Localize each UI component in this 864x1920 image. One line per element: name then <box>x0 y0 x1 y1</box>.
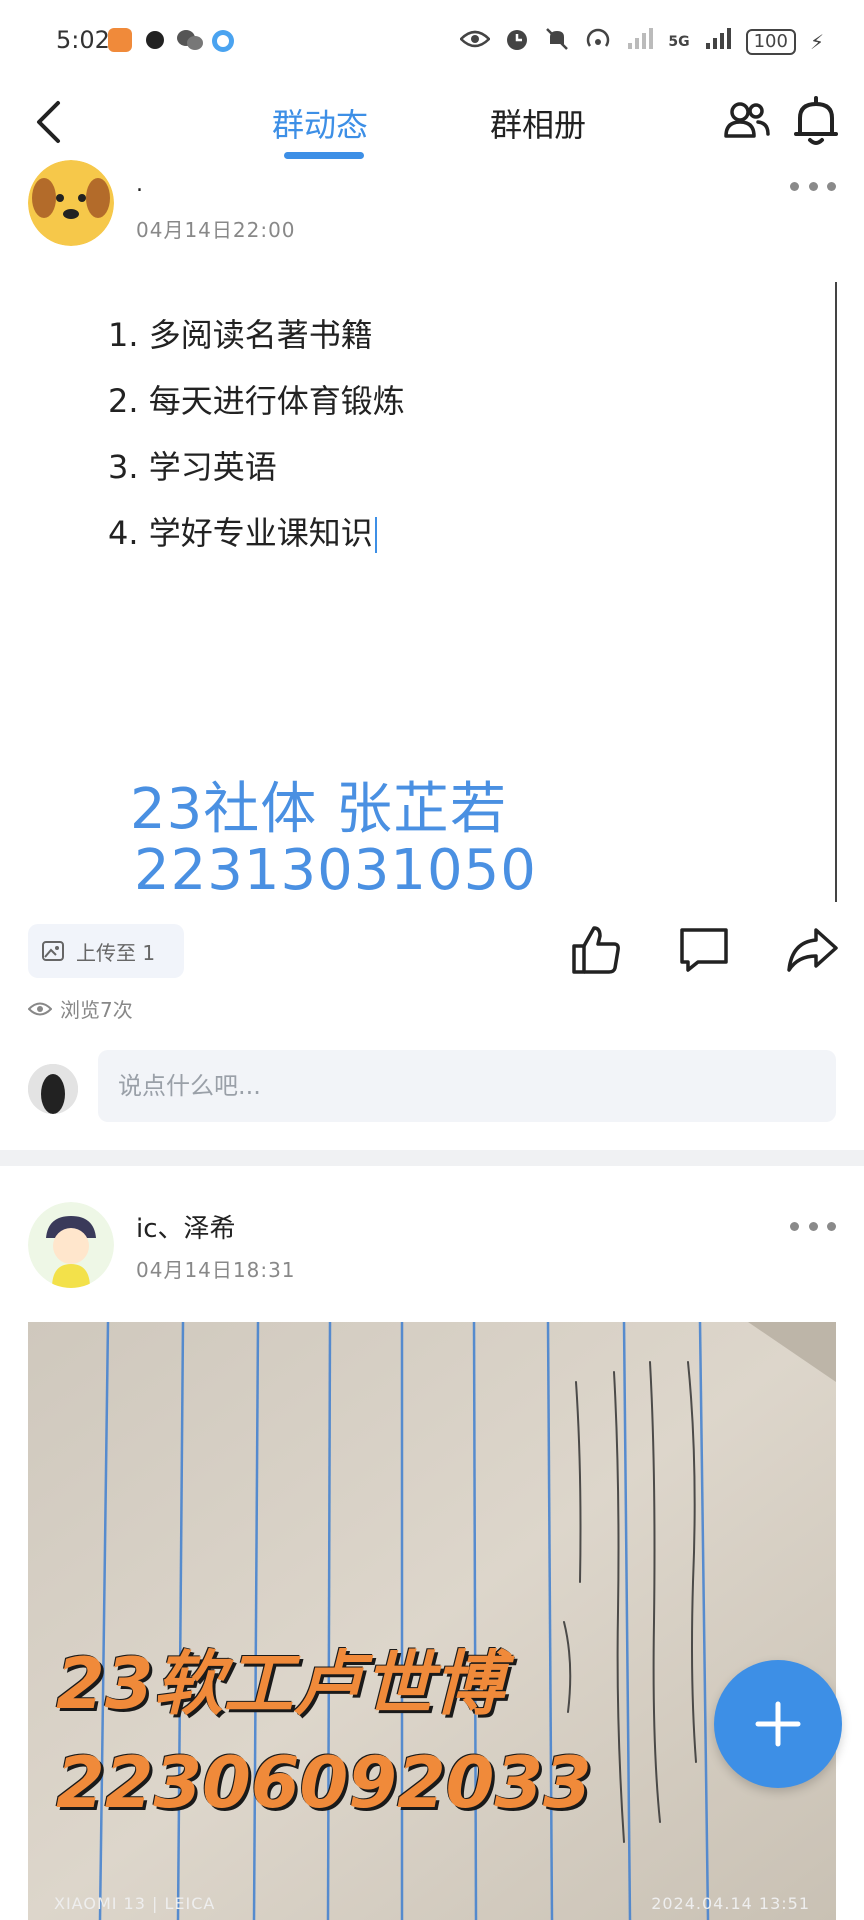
tab-group-feed[interactable]: 群动态 <box>272 100 368 146</box>
eye-icon <box>28 1002 52 1015</box>
album-icon <box>42 941 64 961</box>
eye-icon <box>459 29 492 54</box>
post-author-avatar[interactable] <box>28 160 114 246</box>
my-avatar <box>28 1064 78 1114</box>
post-photo[interactable]: 23软工卢世博 22306092033 XIAOMI 13 | LEICA 20… <box>28 1322 836 1920</box>
back-button[interactable] <box>28 98 68 146</box>
wechat-icon <box>176 28 204 56</box>
share-button[interactable] <box>786 924 838 976</box>
signal-icon <box>626 27 654 56</box>
plus-icon <box>755 1701 801 1747</box>
more-dots-icon <box>808 1221 818 1231</box>
post-author-name[interactable]: ic、泽希 <box>136 1208 236 1245</box>
post-timestamp: 04月14日22:00 <box>136 218 296 242</box>
post-author-name[interactable]: . <box>136 172 143 197</box>
upload-to-album-chip[interactable]: 上传至 1 <box>28 924 184 978</box>
status-time: 5:02 <box>56 26 110 54</box>
post-timestamp: 04月14日18:31 <box>136 1258 296 1282</box>
image-text-line: 4. 学好专业课知识 <box>108 514 373 552</box>
post-more-button[interactable] <box>790 176 836 196</box>
comment-input[interactable] <box>98 1050 836 1122</box>
image-name-overlay: 23社体 张芷若 <box>130 777 508 842</box>
create-post-button[interactable] <box>714 1660 842 1788</box>
post-author-avatar[interactable] <box>28 1202 114 1288</box>
more-dots-icon <box>790 1221 799 1231</box>
view-count-label: 浏览7次 <box>60 998 133 1022</box>
comment-button[interactable] <box>678 924 730 976</box>
active-tab-indicator <box>284 152 364 159</box>
more-dots-icon <box>808 181 818 191</box>
view-count: 浏览7次 <box>28 994 133 1023</box>
like-button[interactable] <box>570 924 622 976</box>
image-id-overlay: 22313031050 <box>134 838 537 903</box>
camera-caption: XIAOMI 13 | LEICA <box>54 1894 216 1913</box>
image-text-line-with-cursor: 4. 学好专业课知识 <box>108 508 377 554</box>
chevron-left-icon <box>37 101 60 143</box>
photo-id-overlay: 22306092033 <box>56 1742 592 1824</box>
battery-indicator: 100 <box>745 28 796 55</box>
more-dots-icon <box>790 181 799 191</box>
text-cursor <box>374 517 377 553</box>
image-text-line: 3. 学习英语 <box>108 448 277 486</box>
tab-group-album[interactable]: 群相册 <box>490 100 586 146</box>
photo-date-caption: 2024.04.14 13:51 <box>651 1894 810 1913</box>
group-members-button[interactable] <box>724 98 770 144</box>
network-label: 5G <box>668 33 690 50</box>
app-notification-icon <box>210 28 236 58</box>
bell-icon <box>794 96 838 145</box>
upload-label: 上传至 1 <box>76 940 156 965</box>
comment-icon <box>680 928 728 972</box>
more-dots-icon <box>827 181 836 191</box>
image-text-line: 2. 每天进行体育锻炼 <box>108 382 405 420</box>
share-arrow-icon <box>787 928 838 972</box>
thumbs-up-icon <box>572 926 620 974</box>
signal-icon <box>704 27 732 56</box>
group-members-icon <box>724 102 770 138</box>
notifications-button[interactable] <box>794 96 840 146</box>
image-edge-line <box>835 282 837 902</box>
more-dots-icon <box>827 1221 836 1231</box>
hotspot-icon <box>584 26 612 57</box>
status-icons: 5G 100 ⚡ <box>459 26 824 57</box>
app-notification-icon <box>146 31 164 49</box>
post-divider <box>0 1150 864 1166</box>
alarm-icon <box>504 26 530 57</box>
app-notification-icon <box>108 28 132 52</box>
photo-name-overlay: 23软工卢世博 <box>56 1643 504 1725</box>
mute-icon <box>544 26 570 57</box>
charging-icon: ⚡ <box>809 29 824 54</box>
image-text-line: 1. 多阅读名著书籍 <box>108 316 373 354</box>
post-more-button[interactable] <box>790 1216 836 1236</box>
